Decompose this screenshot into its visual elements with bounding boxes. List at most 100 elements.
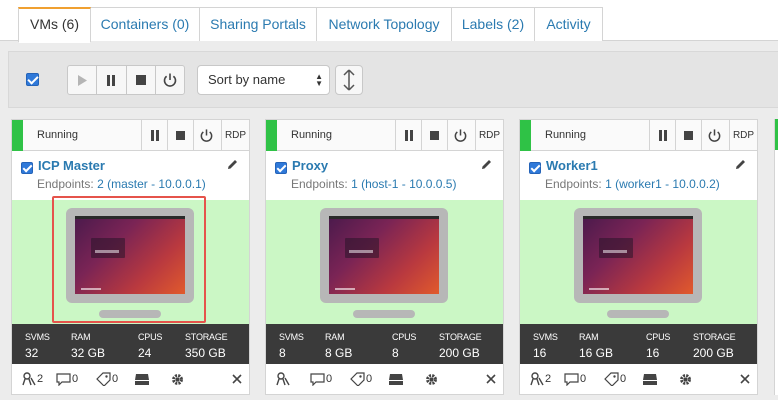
vm-comments-button[interactable]: 0	[56, 370, 78, 388]
vm-select-checkbox[interactable]	[275, 162, 287, 174]
vm-card[interactable]: Running RDP Worker1 Endpoints: 1 (worker…	[519, 119, 758, 395]
sort-direction-button[interactable]	[335, 65, 363, 95]
vm-stop-button[interactable]	[421, 120, 447, 150]
vm-card-partial[interactable]	[774, 119, 778, 395]
vm-power-button[interactable]	[193, 120, 219, 150]
pause-button[interactable]	[97, 66, 127, 94]
vm-select-checkbox[interactable]	[21, 162, 33, 174]
vm-power-button[interactable]	[701, 120, 727, 150]
vm-card-footer: 0 0	[266, 364, 503, 394]
vm-users-button[interactable]: 2	[530, 370, 551, 388]
endpoints-label: Endpoints:	[37, 177, 94, 191]
rdp-button[interactable]: RDP	[475, 120, 503, 150]
vm-settings-button[interactable]	[678, 370, 693, 388]
rdp-button[interactable]: RDP	[221, 120, 249, 150]
vm-users-button[interactable]: 2	[22, 370, 43, 388]
disk-icon	[643, 373, 657, 385]
tab-activity[interactable]: Activity	[534, 7, 603, 41]
users-count: 2	[37, 373, 44, 385]
select-all-checkbox[interactable]	[26, 73, 39, 86]
vm-status: Running	[545, 129, 586, 141]
power-icon	[200, 128, 213, 142]
vm-select-checkbox[interactable]	[529, 162, 541, 174]
stat-value-ram: 16 GB	[579, 346, 614, 360]
stop-icon	[684, 130, 693, 140]
endpoints-link[interactable]: 2 (master - 10.0.0.1)	[97, 177, 206, 191]
edit-icon[interactable]	[480, 158, 493, 176]
vm-card[interactable]: Running RDP ICP Master Endpoints: 2 (mas…	[11, 119, 250, 395]
vm-comments-button[interactable]: 0	[564, 370, 586, 388]
vm-card-footer: 2 0 0	[12, 364, 249, 394]
vm-tags-button[interactable]: 0	[604, 370, 626, 388]
vm-tags-button[interactable]: 0	[96, 370, 118, 388]
tags-count: 0	[366, 373, 373, 385]
vm-pause-button[interactable]	[649, 120, 675, 150]
vm-pause-button[interactable]	[141, 120, 167, 150]
monitor-stand	[607, 310, 669, 318]
vm-card[interactable]: Running RDP Proxy Endpoints: 1 (host-1 -…	[265, 119, 504, 395]
vm-power-button[interactable]	[447, 120, 473, 150]
power-button[interactable]	[156, 66, 184, 94]
endpoints-link[interactable]: 1 (host-1 - 10.0.0.5)	[351, 177, 456, 191]
vm-stop-button[interactable]	[675, 120, 701, 150]
vm-disk-button[interactable]	[388, 370, 404, 388]
endpoints-link[interactable]: 1 (worker1 - 10.0.0.2)	[605, 177, 720, 191]
vm-screen-thumbnail	[583, 216, 693, 294]
tab-vms[interactable]: VMs (6)	[18, 7, 91, 43]
stat-value-cpus: 24	[138, 346, 152, 360]
sort-select[interactable]: Sort by name ▲ ▼	[197, 65, 330, 95]
vm-delete-button[interactable]	[486, 370, 496, 388]
stat-value-ram: 32 GB	[71, 346, 106, 360]
vm-settings-button[interactable]	[424, 370, 439, 388]
tab-sharing-portals[interactable]: Sharing Portals	[199, 7, 317, 41]
vm-comments-button[interactable]: 0	[310, 370, 332, 388]
vm-name-link[interactable]: ICP Master	[38, 158, 105, 173]
sort-select-value: Sort by name	[208, 72, 286, 87]
tab-labels[interactable]: Labels (2)	[451, 7, 535, 41]
vm-tags-button[interactable]: 0	[350, 370, 372, 388]
rdp-button[interactable]: RDP	[729, 120, 757, 150]
stat-label-svms: SVMS	[533, 332, 558, 342]
vm-delete-button[interactable]	[740, 370, 750, 388]
vm-console-preview[interactable]	[12, 196, 249, 324]
edit-icon[interactable]	[226, 158, 239, 176]
vm-name-link[interactable]: Proxy	[292, 158, 328, 173]
running-indicator	[266, 120, 277, 151]
vm-disk-button[interactable]	[134, 370, 150, 388]
start-button[interactable]	[68, 66, 98, 94]
monitor-icon	[320, 208, 448, 303]
tab-containers[interactable]: Containers (0)	[90, 7, 200, 41]
vm-pause-button[interactable]	[395, 120, 421, 150]
running-indicator	[12, 120, 23, 151]
monitor-stand	[353, 310, 415, 318]
vm-name-link[interactable]: Worker1	[546, 158, 598, 173]
stat-label-cpus: CPUS	[392, 332, 417, 342]
stat-value-storage: 200 GB	[439, 346, 480, 360]
users-icon	[276, 372, 290, 386]
stop-icon	[135, 75, 146, 85]
stop-button[interactable]	[127, 66, 156, 94]
highlight-box	[52, 196, 206, 323]
pause-icon	[404, 129, 413, 141]
stat-value-cpus: 16	[646, 346, 660, 360]
stat-value-svms: 8	[279, 346, 286, 360]
tab-network-topology[interactable]: Network Topology	[316, 7, 452, 41]
vm-console-preview[interactable]	[266, 200, 503, 324]
vm-toolbar: Sort by name ▲ ▼	[8, 51, 778, 108]
vm-screen-thumbnail	[329, 216, 439, 294]
close-icon	[486, 374, 496, 384]
vm-disk-button[interactable]	[642, 370, 658, 388]
vm-status: Running	[37, 129, 78, 141]
vm-console-preview[interactable]	[520, 200, 757, 324]
vm-settings-button[interactable]	[170, 370, 185, 388]
vm-stop-button[interactable]	[167, 120, 193, 150]
edit-icon[interactable]	[734, 158, 747, 176]
vm-status-bar: Running RDP	[531, 120, 757, 151]
stat-label-cpus: CPUS	[646, 332, 671, 342]
users-icon	[530, 372, 544, 386]
stat-label-svms: SVMS	[25, 332, 50, 342]
vm-delete-button[interactable]	[232, 370, 242, 388]
stat-value-storage: 200 GB	[693, 346, 734, 360]
pause-icon	[107, 74, 116, 86]
vm-users-button[interactable]	[276, 370, 291, 388]
